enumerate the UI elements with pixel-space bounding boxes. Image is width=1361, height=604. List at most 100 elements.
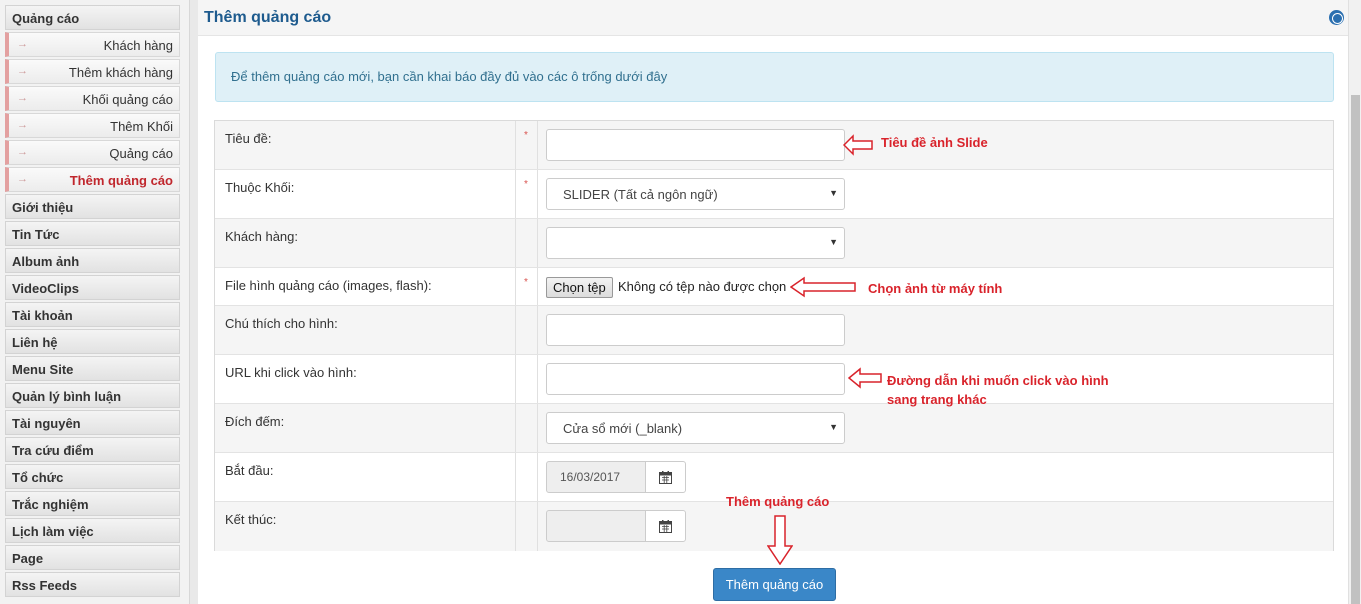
sidebar-item-label: Album ảnh (12, 254, 80, 269)
sidebar-subitem-label: Thêm Khối (110, 119, 173, 134)
file-label: File hình quảng cáo (images, flash): (225, 278, 432, 293)
target-select[interactable]: Cửa sổ mới (_blank) ▼ (546, 412, 845, 444)
url-input[interactable] (546, 363, 845, 395)
scrollbar[interactable] (1348, 0, 1361, 604)
sidebar-item-label: Tài khoản (12, 308, 73, 323)
arrow-right-icon: → (17, 146, 28, 158)
sidebar-item-label: Liên hệ (12, 335, 58, 350)
client-select[interactable]: ▼ (546, 227, 845, 259)
arrow-right-icon: → (17, 65, 28, 77)
sidebar-item-gioi-thieu[interactable]: Giới thiệu (5, 194, 180, 219)
sidebar-item-label: Tin Tức (12, 227, 60, 242)
sidebar-item-label: Tra cứu điểm (12, 443, 94, 458)
end-date-input[interactable] (546, 510, 646, 542)
sidebar-item-label: Tổ chức (12, 470, 64, 485)
main-panel: Thêm quảng cáo Để thêm quảng cáo mới, bạ… (198, 0, 1348, 604)
page-title: Thêm quảng cáo (204, 9, 332, 26)
sidebar-item-label: Lịch làm việc (12, 524, 94, 539)
calendar-button[interactable] (645, 461, 686, 493)
scrollbar-thumb[interactable] (1351, 95, 1360, 604)
sidebar-item-label: VideoClips (12, 281, 79, 296)
annotation-arrow-icon (790, 276, 856, 298)
sidebar-item-rss-feeds[interactable]: Rss Feeds (5, 572, 180, 597)
sidebar-item-quang-cao[interactable]: Quảng cáo (5, 5, 180, 30)
sidebar-item-label: Menu Site (12, 362, 74, 377)
sidebar-item-label: Quảng cáo (12, 11, 80, 26)
block-label: Thuộc Khối: (225, 180, 295, 195)
form-row-file: File hình quảng cáo (images, flash): * C… (215, 268, 1333, 306)
calendar-icon (659, 471, 672, 484)
form-row-block: Thuộc Khối: * SLIDER (Tất cả ngôn ngữ) ▼ (215, 170, 1333, 219)
calendar-button[interactable] (645, 510, 686, 542)
start-label: Bắt đầu: (225, 463, 274, 478)
block-select[interactable]: SLIDER (Tất cả ngôn ngữ) ▼ (546, 178, 845, 210)
sidebar-item-menu-site[interactable]: Menu Site (5, 356, 180, 381)
app: Quảng cáo → Khách hàng → Thêm khách hàng… (0, 0, 1361, 604)
sidebar-item-tin-tuc[interactable]: Tin Tức (5, 221, 180, 246)
arrow-right-icon: → (17, 119, 28, 131)
file-status: Không có tệp nào được chọn (618, 279, 787, 294)
sidebar-item-label: Quản lý bình luận (12, 389, 122, 404)
form-row-client: Khách hàng: ▼ (215, 219, 1333, 268)
target-label: Đích đếm: (225, 414, 285, 429)
caret-down-icon: ▼ (829, 422, 838, 432)
required-mark: * (524, 179, 528, 190)
sidebar-item-tai-khoan[interactable]: Tài khoản (5, 302, 180, 327)
arrow-right-icon: → (17, 173, 28, 185)
annotation-title-note: Tiêu đề ảnh Slide (881, 135, 988, 150)
choose-file-button[interactable]: Chọn tệp (546, 277, 613, 298)
sidebar-item-label: Rss Feeds (12, 578, 78, 593)
sidebar-item-trac-nghiem[interactable]: Trắc nghiệm (5, 491, 180, 516)
ad-form: Tiêu đề: * Thuộc Khối: * SLIDER (Tất cả … (214, 120, 1334, 551)
sidebar-subitem-khach-hang[interactable]: → Khách hàng (5, 32, 180, 57)
title-label: Tiêu đề: (225, 131, 272, 146)
sidebar-item-label: Tài nguyên (12, 416, 81, 431)
sidebar-item-label: Page (12, 551, 44, 566)
sidebar-subitem-label: Khách hàng (103, 38, 173, 53)
sidebar-item-page[interactable]: Page (5, 545, 180, 570)
sidebar-subitem-label: Thêm quảng cáo (69, 173, 173, 188)
annotation-url-note: Đường dẫn khi muốn click vào hình sang t… (887, 371, 1109, 409)
target-select-value: Cửa sổ mới (_blank) (563, 421, 683, 436)
sidebar-subitem-them-khach-hang[interactable]: → Thêm khách hàng (5, 59, 180, 84)
form-row-title: Tiêu đề: * (215, 121, 1333, 170)
annotation-arrow-icon (843, 134, 873, 156)
form-row-caption: Chú thích cho hình: (215, 306, 1333, 355)
sidebar-item-album-anh[interactable]: Album ảnh (5, 248, 180, 273)
block-select-value: SLIDER (Tất cả ngôn ngữ) (563, 187, 718, 202)
sidebar-item-lien-he[interactable]: Liên hệ (5, 329, 180, 354)
add-ad-button[interactable]: Thêm quảng cáo (713, 568, 836, 601)
url-label: URL khi click vào hình: (225, 365, 357, 380)
sidebar-item-to-chuc[interactable]: Tổ chức (5, 464, 180, 489)
form-row-url: URL khi click vào hình: (215, 355, 1333, 404)
sidebar-subitem-khoi-quang-cao[interactable]: → Khối quảng cáo (5, 86, 180, 111)
sidebar-subitem-label: Khối quảng cáo (82, 92, 173, 107)
sidebar-subitem-them-khoi[interactable]: → Thêm Khối (5, 113, 180, 138)
sidebar-item-label: Trắc nghiệm (12, 497, 89, 512)
annotation-file-note: Chọn ảnh từ máy tính (868, 281, 1003, 296)
start-date-input[interactable]: 16/03/2017 (546, 461, 646, 493)
sidebar-item-quan-ly-binh-luan[interactable]: Quản lý bình luận (5, 383, 180, 408)
sidebar-item-tra-cuu-diem[interactable]: Tra cứu điểm (5, 437, 180, 462)
globe-icon[interactable] (1329, 10, 1344, 25)
sidebar-subitem-them-quang-cao[interactable]: → Thêm quảng cáo (5, 167, 180, 192)
sidebar-subitem-quang-cao[interactable]: → Quảng cáo (5, 140, 180, 165)
sidebar-item-lich-lam-viec[interactable]: Lịch làm việc (5, 518, 180, 543)
form-row-target: Đích đếm: Cửa sổ mới (_blank) ▼ (215, 404, 1333, 453)
end-label: Kết thúc: (225, 512, 277, 527)
sidebar-subitem-label: Quảng cáo (109, 146, 173, 161)
caption-input[interactable] (546, 314, 845, 346)
title-bar: Thêm quảng cáo (198, 0, 1348, 36)
annotation-arrow-icon (848, 367, 882, 389)
caret-down-icon: ▼ (829, 237, 838, 247)
client-label: Khách hàng: (225, 229, 299, 244)
annotation-url-line2: sang trang khác (887, 392, 987, 407)
title-input[interactable] (546, 129, 845, 161)
annotation-url-line1: Đường dẫn khi muốn click vào hình (887, 373, 1109, 388)
sidebar-item-label: Giới thiệu (12, 200, 74, 215)
sidebar: Quảng cáo → Khách hàng → Thêm khách hàng… (0, 0, 190, 604)
required-mark: * (524, 130, 528, 141)
sidebar-item-videoclips[interactable]: VideoClips (5, 275, 180, 300)
sidebar-item-tai-nguyen[interactable]: Tài nguyên (5, 410, 180, 435)
annotation-down-arrow-icon (767, 515, 793, 565)
